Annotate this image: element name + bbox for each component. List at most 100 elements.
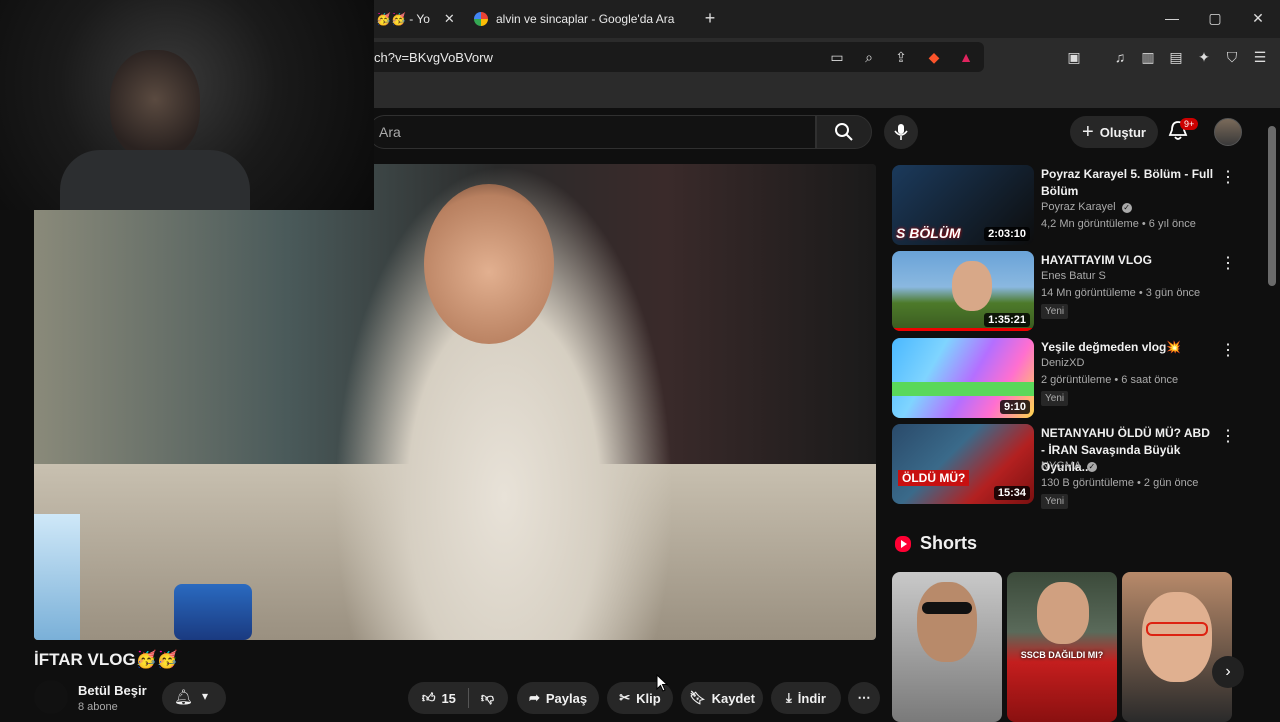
like-dislike-group: 👍︎ 15 👎︎ — [408, 682, 508, 714]
video-thumbnail[interactable]: S BÖLÜM 2:03:10 — [892, 165, 1034, 245]
more-options-icon[interactable]: ⋮ — [1220, 167, 1236, 187]
notification-count-badge: 9+ — [1180, 118, 1199, 130]
share-icon[interactable]: ⇪ — [893, 49, 909, 65]
more-options-icon[interactable]: ⋮ — [1220, 340, 1236, 360]
thumbs-down-icon[interactable]: 👎︎ — [481, 690, 494, 706]
download-icon: ⤓ — [786, 690, 792, 705]
tab-label: 🥳🥳 - Yo — [376, 12, 430, 26]
channel-name[interactable]: Betül Beşir — [78, 683, 147, 698]
short-caption: SSCB DAĞILDI MI? — [1020, 650, 1104, 660]
recommendation-title[interactable]: HAYATTAYIM VLOG — [1041, 252, 1215, 269]
short-face — [917, 582, 977, 662]
chevron-right-icon: › — [1225, 663, 1231, 680]
duration-badge: 15:34 — [993, 486, 1030, 500]
more-actions-button[interactable]: ⋯ — [848, 682, 880, 714]
new-tab-button[interactable]: + — [702, 9, 718, 27]
video-can — [174, 584, 252, 640]
recommendation-item[interactable]: 9:10 Yeşile değmeden vlog💥 DenizXD 2 gör… — [892, 338, 1264, 418]
tab-google[interactable]: alvin ve sincaplar - Google'da Ara — [474, 4, 674, 34]
recommendation-channel[interactable]: Enes Batur S — [1041, 270, 1106, 282]
channel-label: NYGMA — [1041, 460, 1081, 472]
video-player[interactable] — [34, 164, 876, 640]
sidebar-icon[interactable]: ▥ — [1140, 49, 1156, 65]
recommendation-channel[interactable]: Poyraz Karayel ✓ — [1041, 201, 1132, 213]
share-button[interactable]: ➦ Paylaş — [517, 682, 599, 714]
short-item[interactable]: SSCB DAĞILDI MI? — [1007, 572, 1117, 722]
duration-badge: 1:35:21 — [984, 313, 1030, 327]
tab-search-icon[interactable]: ▣ — [1066, 49, 1082, 65]
webcam-shoulders — [60, 150, 250, 210]
short-item[interactable] — [1122, 572, 1232, 722]
mic-icon — [894, 124, 908, 140]
recommendation-stats: 4,2 Mn görüntüleme • 6 yıl önce — [1041, 218, 1196, 230]
subscription-bell-button[interactable]: 🔔︎ ▾ — [162, 682, 226, 714]
watch-progress-bar — [892, 328, 1034, 331]
verified-icon: ✓ — [1086, 462, 1097, 472]
recommendation-item[interactable]: 1:35:21 HAYATTAYIM VLOG Enes Batur S 14 … — [892, 251, 1264, 331]
minimize-button[interactable]: — — [1164, 10, 1180, 26]
close-window-button[interactable]: ✕ — [1250, 10, 1266, 26]
recommendation-stats: 2 görüntüleme • 6 saat önce — [1041, 374, 1179, 386]
zoom-icon[interactable]: ⌕ — [861, 49, 877, 65]
recommendation-title[interactable]: Yeşile değmeden vlog💥 — [1041, 339, 1215, 356]
brave-rewards-icon[interactable]: ▲ — [958, 49, 974, 65]
like-count: 15 — [441, 690, 456, 706]
shorts-title: Shorts — [920, 533, 978, 553]
thumbnail-overlay-text: S BÖLÜM — [896, 225, 961, 241]
thumbnail-face — [952, 261, 992, 311]
save-button[interactable]: 🔖︎ Kaydet — [681, 682, 763, 714]
create-label: Oluştur — [1099, 124, 1146, 140]
leo-ai-icon[interactable]: ✦ — [1196, 49, 1212, 65]
menu-icon[interactable]: ☰ — [1252, 49, 1268, 65]
video-bottle — [34, 514, 80, 640]
cast-icon[interactable]: ▭ — [829, 49, 845, 65]
music-icon[interactable]: ♫ — [1112, 49, 1128, 65]
like-button[interactable]: 👍︎ 15 — [422, 690, 456, 706]
account-avatar[interactable] — [1214, 118, 1242, 146]
thumbnail-overlay-text: ÖLDÜ MÜ? — [898, 470, 970, 486]
duration-badge: 2:03:10 — [984, 227, 1030, 241]
video-thumbnail[interactable]: ÖLDÜ MÜ? 15:34 — [892, 424, 1034, 504]
channel-avatar[interactable] — [34, 680, 68, 714]
recommendation-title[interactable]: Poyraz Karayel 5. Bölüm - Full Bölüm — [1041, 166, 1215, 200]
scissors-icon: ✂ — [619, 690, 631, 705]
subscriber-count: 8 abone — [78, 701, 118, 713]
maximize-button[interactable]: ▢ — [1207, 10, 1223, 26]
webcam-overlay — [0, 0, 374, 210]
page-scrollbar[interactable] — [1268, 126, 1276, 286]
search-input[interactable]: Ara — [368, 115, 816, 149]
vpn-icon[interactable]: ⛉ — [1224, 49, 1240, 65]
close-icon[interactable]: ✕ — [444, 11, 455, 27]
new-badge: Yeni — [1041, 494, 1069, 509]
search-placeholder: Ara — [379, 124, 401, 140]
search-button[interactable] — [816, 115, 872, 149]
more-options-icon[interactable]: ⋮ — [1220, 253, 1236, 273]
shorts-heading: Shorts — [894, 533, 977, 554]
download-label: İndir — [797, 690, 826, 706]
recommendation-channel[interactable]: NYGMA ✓ — [1041, 460, 1097, 472]
clip-label: Klip — [636, 690, 661, 706]
create-button[interactable]: + Oluştur — [1070, 116, 1158, 148]
new-badge: Yeni — [1041, 391, 1069, 406]
google-favicon-icon — [474, 12, 488, 26]
plus-icon: + — [1082, 120, 1094, 143]
voice-search-button[interactable] — [884, 115, 918, 149]
shorts-next-button[interactable]: › — [1212, 656, 1244, 688]
video-thumbnail[interactable]: 1:35:21 — [892, 251, 1034, 331]
url-input[interactable]: ch?v=BKvgVoBVorw — [360, 42, 984, 72]
short-item[interactable] — [892, 572, 1002, 722]
more-options-icon[interactable]: ⋮ — [1220, 426, 1236, 446]
mouse-cursor-icon — [656, 674, 668, 692]
tab-youtube[interactable]: 🥳🥳 - Yo ✕ — [376, 4, 455, 34]
recommendation-item[interactable]: S BÖLÜM 2:03:10 Poyraz Karayel 5. Bölüm … — [892, 165, 1264, 245]
url-text: ch?v=BKvgVoBVorw — [374, 49, 493, 65]
glasses-icon — [1146, 622, 1208, 636]
recommendation-channel[interactable]: DenizXD — [1041, 357, 1084, 369]
webcam-face — [110, 50, 200, 160]
video-thumbnail[interactable]: 9:10 — [892, 338, 1034, 418]
wallet-icon[interactable]: ▤ — [1168, 49, 1184, 65]
download-button[interactable]: ⤓ İndir — [771, 682, 841, 714]
sunglasses-icon — [922, 602, 972, 614]
brave-shield-icon[interactable]: ◆ — [926, 49, 942, 65]
recommendation-item[interactable]: ÖLDÜ MÜ? 15:34 NETANYAHU ÖLDÜ MÜ? ABD - … — [892, 424, 1264, 509]
